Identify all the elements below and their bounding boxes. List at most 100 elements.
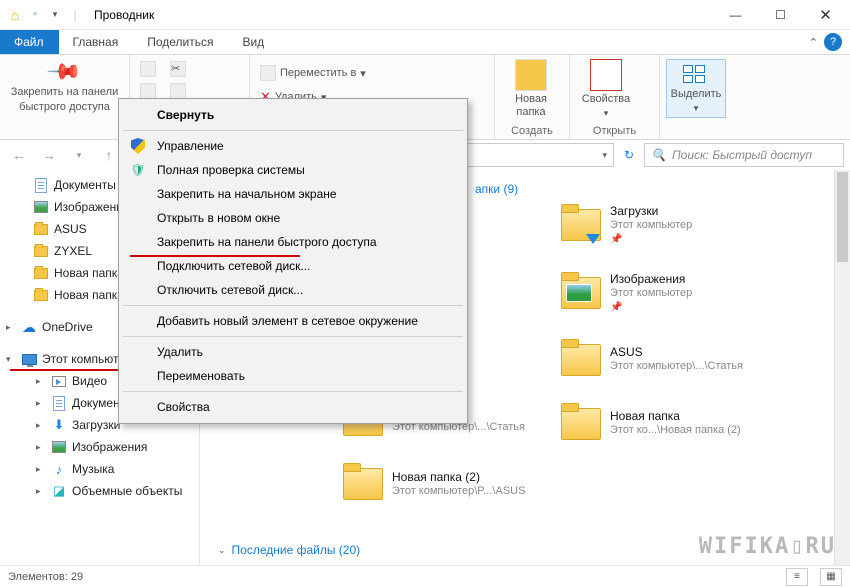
- chevron-down-icon: ▾: [360, 67, 366, 80]
- pin-label-2: быстрого доступа: [19, 101, 110, 114]
- qat-item[interactable]: ▫: [26, 6, 44, 24]
- cut-icon: ✂: [170, 61, 186, 77]
- video-icon: [52, 376, 66, 387]
- search-icon: 🔍: [651, 148, 666, 162]
- close-button[interactable]: ✕: [803, 1, 848, 29]
- highlight-underline: [130, 255, 300, 257]
- pin-icon: 📌: [610, 234, 692, 247]
- tree-item-images[interactable]: ▸Изображения: [0, 436, 199, 458]
- window-title: Проводник: [94, 8, 154, 22]
- document-icon: [35, 178, 47, 193]
- tab-home[interactable]: Главная: [59, 30, 134, 54]
- properties-icon: [590, 59, 622, 91]
- ctx-pin-quick-access[interactable]: Закрепить на панели быстрого доступа: [121, 230, 465, 254]
- shield-icon: [129, 137, 147, 155]
- pc-icon: [22, 354, 37, 365]
- chevron-down-icon: ⌄: [218, 545, 226, 556]
- forward-button[interactable]: →: [36, 143, 62, 167]
- search-input[interactable]: 🔍 Поиск: Быстрый доступ: [644, 143, 844, 167]
- copy-button[interactable]: [136, 59, 160, 79]
- chevron-down-icon: ▾: [694, 103, 699, 113]
- move-to-button[interactable]: Переместить в ▾: [256, 63, 370, 83]
- ribbon-collapse-icon[interactable]: ⌃: [809, 36, 818, 49]
- item-count: Элементов: 29: [8, 571, 83, 583]
- ctx-pin-start[interactable]: Закрепить на начальном экране: [121, 182, 465, 206]
- quick-access-toolbar: ⌂ ▫ ▾ |: [2, 6, 84, 24]
- window-controls: — ☐ ✕: [713, 1, 848, 29]
- ctx-rename[interactable]: Переименовать: [121, 364, 465, 388]
- status-bar: Элементов: 29 ≡ ▦: [0, 565, 850, 587]
- folder-icon: [34, 268, 48, 279]
- folder-item-newfolder2[interactable]: Новая папка (2)Этот компьютер\P...\ASUS: [338, 459, 553, 509]
- pin-icon: 📌: [46, 53, 83, 90]
- ctx-disconnect-network-drive[interactable]: Отключить сетевой диск...: [121, 278, 465, 302]
- view-details-button[interactable]: ≡: [786, 568, 808, 586]
- address-dropdown-icon[interactable]: ▾: [602, 150, 607, 161]
- cube-icon: ◪: [51, 483, 67, 499]
- folder-icon: [561, 344, 601, 376]
- path-icon: [170, 83, 186, 99]
- properties-button[interactable]: Свойства ▾: [576, 59, 636, 118]
- folder-item-newfolder[interactable]: Новая папкаЭтот ко...\Новая папка (2): [556, 399, 771, 449]
- folder-item-pictures[interactable]: ИзображенияЭтот компьютер📌: [556, 266, 771, 320]
- folder-icon: [34, 246, 48, 257]
- pin-icon: 📌: [610, 302, 692, 315]
- paste-icon: [140, 83, 156, 99]
- ctx-properties[interactable]: Свойства: [121, 395, 465, 419]
- tab-view[interactable]: Вид: [228, 30, 279, 54]
- folder-item-asus[interactable]: ASUSЭтот компьютер\...\Статья: [556, 335, 771, 385]
- ctx-full-scan[interactable]: 🛡Полная проверка системы: [121, 158, 465, 182]
- av-icon: 🛡: [129, 161, 147, 179]
- folder-icon: [34, 224, 48, 235]
- ctx-add-network-location[interactable]: Добавить новый элемент в сетевое окружен…: [121, 309, 465, 333]
- music-icon: ♪: [51, 461, 67, 477]
- copy-icon: [140, 61, 156, 77]
- pin-quick-access-button[interactable]: 📌 Закрепить на панели быстрого доступа: [6, 59, 123, 114]
- folder-item-downloads[interactable]: ЗагрузкиЭтот компьютер📌: [556, 198, 771, 252]
- image-icon: [52, 441, 66, 453]
- view-icons-button[interactable]: ▦: [820, 568, 842, 586]
- qat-dropdown-icon[interactable]: ▾: [46, 6, 64, 24]
- vertical-scrollbar[interactable]: [834, 170, 850, 565]
- maximize-button[interactable]: ☐: [758, 1, 803, 29]
- scrollbar-thumb[interactable]: [837, 172, 848, 262]
- help-icon[interactable]: ?: [824, 33, 842, 51]
- minimize-button[interactable]: —: [713, 1, 758, 29]
- cloud-icon: ☁: [21, 319, 37, 335]
- download-icon: ⬇: [51, 417, 67, 433]
- ribbon-tabs: Файл Главная Поделиться Вид ⌃ ?: [0, 30, 850, 55]
- titlebar: ⌂ ▫ ▾ | Проводник — ☐ ✕: [0, 0, 850, 30]
- tree-item-music[interactable]: ▸♪Музыка: [0, 458, 199, 480]
- recent-dropdown[interactable]: ▾: [66, 143, 92, 167]
- select-icon: [682, 64, 710, 86]
- section-header-recent[interactable]: ⌄ Последние файлы (20): [208, 539, 370, 561]
- back-button[interactable]: ←: [6, 143, 32, 167]
- folder-icon: [561, 408, 601, 440]
- ctx-map-network-drive[interactable]: Подключить сетевой диск...: [121, 254, 465, 278]
- folder-icon: [343, 468, 383, 500]
- tab-share[interactable]: Поделиться: [133, 30, 228, 54]
- ctx-open-new-window[interactable]: Открыть в новом окне: [121, 206, 465, 230]
- tab-file[interactable]: Файл: [0, 30, 59, 54]
- download-overlay-icon: [586, 234, 600, 244]
- image-overlay-icon: [566, 284, 592, 302]
- ctx-delete[interactable]: Удалить: [121, 340, 465, 364]
- qat-separator: |: [66, 6, 84, 24]
- folder-icon: [34, 290, 48, 301]
- cut-button[interactable]: ✂: [166, 59, 190, 79]
- new-folder-button[interactable]: Новая папка: [501, 59, 561, 118]
- chevron-down-icon: ▾: [604, 108, 609, 118]
- refresh-button[interactable]: ↻: [618, 148, 640, 162]
- document-icon: [53, 396, 65, 411]
- context-menu: Свернуть Управление 🛡Полная проверка сис…: [118, 98, 468, 424]
- tree-item-3d-objects[interactable]: ▸◪Объемные объекты: [0, 480, 199, 502]
- search-placeholder: Поиск: Быстрый доступ: [672, 148, 812, 162]
- app-icon: ⌂: [6, 6, 24, 24]
- watermark: WIFIKA▯RU: [699, 534, 836, 559]
- select-button[interactable]: Выделить ▾: [666, 59, 726, 118]
- image-icon: [34, 201, 48, 213]
- new-folder-icon: [515, 59, 547, 91]
- ctx-manage[interactable]: Управление: [121, 134, 465, 158]
- ctx-collapse[interactable]: Свернуть: [121, 103, 465, 127]
- move-icon: [260, 65, 276, 81]
